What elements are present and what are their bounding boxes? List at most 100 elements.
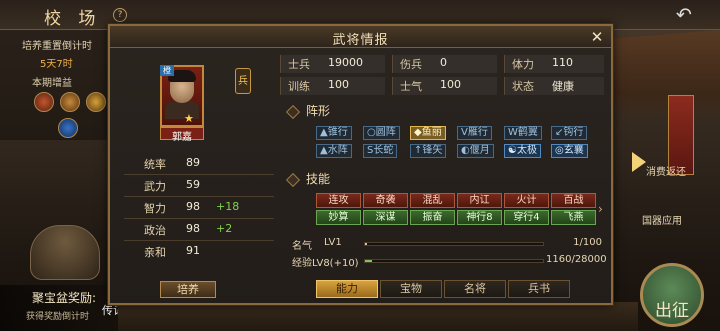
scene-title: 校 场: [44, 9, 102, 29]
formation-tag[interactable]: ◆鱼丽: [410, 126, 446, 140]
bottom-strip: [118, 302, 638, 331]
skill-tag[interactable]: 奇袭: [363, 193, 408, 208]
formation-tag[interactable]: ○圆阵: [363, 126, 400, 140]
hero-name: 郭嘉: [160, 127, 204, 143]
attribute-label: 亲和: [144, 246, 166, 259]
formation-tag[interactable]: V雁行: [457, 126, 492, 140]
skill-tag[interactable]: 妙算: [316, 210, 361, 225]
consume-return-label[interactable]: 消费返还: [646, 163, 686, 178]
formation-icon: W: [508, 127, 518, 138]
tab-famous-general[interactable]: 名将: [444, 280, 506, 298]
stat-label: 士兵: [288, 58, 310, 71]
close-button[interactable]: ✕: [588, 28, 606, 46]
attribute-label: 政治: [144, 224, 166, 237]
skill-tag[interactable]: 百战: [551, 193, 596, 208]
fame-level: LV1: [324, 237, 342, 248]
arrow-right-icon[interactable]: [632, 152, 646, 172]
skill-tag[interactable]: 飞燕: [551, 210, 596, 225]
buff-fire-icon[interactable]: [34, 92, 54, 112]
formation-tag[interactable]: ◐偃月: [457, 144, 494, 158]
exp-label: 经验LV8(+10): [292, 258, 359, 269]
stat-value: 110: [552, 56, 573, 69]
fame-bar: [364, 242, 544, 246]
formation-label: 玄襄: [563, 145, 584, 156]
stat-label: 体力: [512, 58, 534, 71]
formation-tag[interactable]: W鹤翼: [504, 126, 542, 140]
attribute-row-force: 武力 59: [124, 178, 274, 196]
skill-tag[interactable]: 火计: [504, 193, 549, 208]
stat-soldiers: 士兵 19000: [280, 56, 385, 74]
attribute-value: 89: [186, 156, 200, 169]
formation-tag[interactable]: ☯太极: [504, 144, 541, 158]
exp-value: 1160/28000: [546, 254, 607, 265]
attribute-bonus: +18: [216, 200, 240, 213]
treasure-bowl[interactable]: [30, 225, 100, 280]
period-buff-label: 本期增益: [32, 78, 72, 89]
general-info-dialog: 武将情报 ✕ 橙 ★ 郭嘉 兵 统率 89 武力 59 智力 98 +18 政治…: [108, 24, 613, 305]
chevron-right-icon[interactable]: ›: [598, 202, 603, 216]
formation-label: 钩行: [563, 127, 584, 138]
buff-shield-icon[interactable]: [60, 92, 80, 112]
skill-tag[interactable]: 内讧: [457, 193, 502, 208]
formation-label: 锋矢: [422, 145, 443, 156]
fame-bar-fill: [365, 243, 367, 245]
formation-icon: ▲: [320, 127, 328, 138]
attribute-bonus: +2: [216, 222, 233, 235]
attribute-row-charisma: 亲和 91: [124, 244, 274, 262]
skill-tag[interactable]: 深谋: [363, 210, 408, 225]
divider: [124, 196, 274, 197]
train-button[interactable]: 培养: [160, 281, 216, 298]
formation-icon: ○: [367, 127, 376, 138]
reset-countdown-value: 5天7时: [40, 59, 73, 70]
stat-label: 伤兵: [400, 58, 422, 71]
formation-icon: ◐: [461, 145, 470, 156]
formation-label: 锥行: [327, 127, 348, 138]
back-icon[interactable]: ↶: [676, 4, 692, 26]
fame-label: 名气: [292, 241, 312, 252]
reset-countdown-label: 培养重置倒计时: [22, 41, 92, 52]
divider: [124, 240, 274, 241]
skill-tag[interactable]: 振奋: [410, 210, 455, 225]
tab-treasure[interactable]: 宝物: [380, 280, 442, 298]
formation-tag[interactable]: ▲锥行: [316, 126, 352, 140]
formation-icon: ◎: [555, 145, 564, 156]
formation-title: 阵形: [306, 104, 331, 118]
fame-value: 1/100: [573, 237, 602, 248]
formation-tag[interactable]: ↙钩行: [551, 126, 588, 140]
formation-label: 雁行: [467, 127, 488, 138]
skill-tag[interactable]: 连攻: [316, 193, 361, 208]
formation-label: 鱼丽: [421, 127, 442, 138]
go-battle-button[interactable]: 出征: [640, 263, 704, 327]
national-artifact-label[interactable]: 国器应用: [642, 212, 682, 227]
formation-tag[interactable]: ↑锋矢: [410, 144, 447, 158]
attribute-value: 91: [186, 244, 200, 257]
tab-war-book[interactable]: 兵书: [508, 280, 570, 298]
attribute-value: 98: [186, 200, 200, 213]
formation-tag[interactable]: ▲水阵: [316, 144, 352, 158]
attribute-label: 统率: [144, 158, 166, 171]
stat-value: 健康: [552, 80, 574, 93]
treasure-countdown-label: 获得奖励倒计时: [26, 312, 90, 322]
attribute-label: 武力: [144, 180, 166, 193]
stat-label: 训练: [288, 80, 310, 93]
buff-water-icon[interactable]: [58, 118, 78, 138]
stat-morale: 士气 100: [392, 78, 497, 96]
skill-tag[interactable]: 神行8: [457, 210, 502, 225]
stat-label: 状态: [512, 80, 534, 93]
skill-tag[interactable]: 穿行4: [504, 210, 549, 225]
tab-ability[interactable]: 能力: [316, 280, 378, 298]
stat-label: 士气: [400, 80, 422, 93]
attribute-row-politics: 政治 98 +2: [124, 222, 274, 240]
skill-tag[interactable]: 混乱: [410, 193, 455, 208]
formation-tag[interactable]: ◎玄襄: [551, 144, 588, 158]
skills-title: 技能: [306, 172, 331, 186]
help-icon[interactable]: ?: [113, 8, 127, 22]
formation-icon: ☯: [508, 145, 517, 156]
buff-moon-icon[interactable]: [86, 92, 106, 112]
formation-tag[interactable]: S长蛇: [363, 144, 398, 158]
stat-value: 100: [440, 78, 461, 91]
formation-label: 长蛇: [373, 145, 394, 156]
stat-value: 0: [440, 56, 447, 69]
attribute-value: 98: [186, 222, 200, 235]
stat-stamina: 体力 110: [504, 56, 604, 74]
